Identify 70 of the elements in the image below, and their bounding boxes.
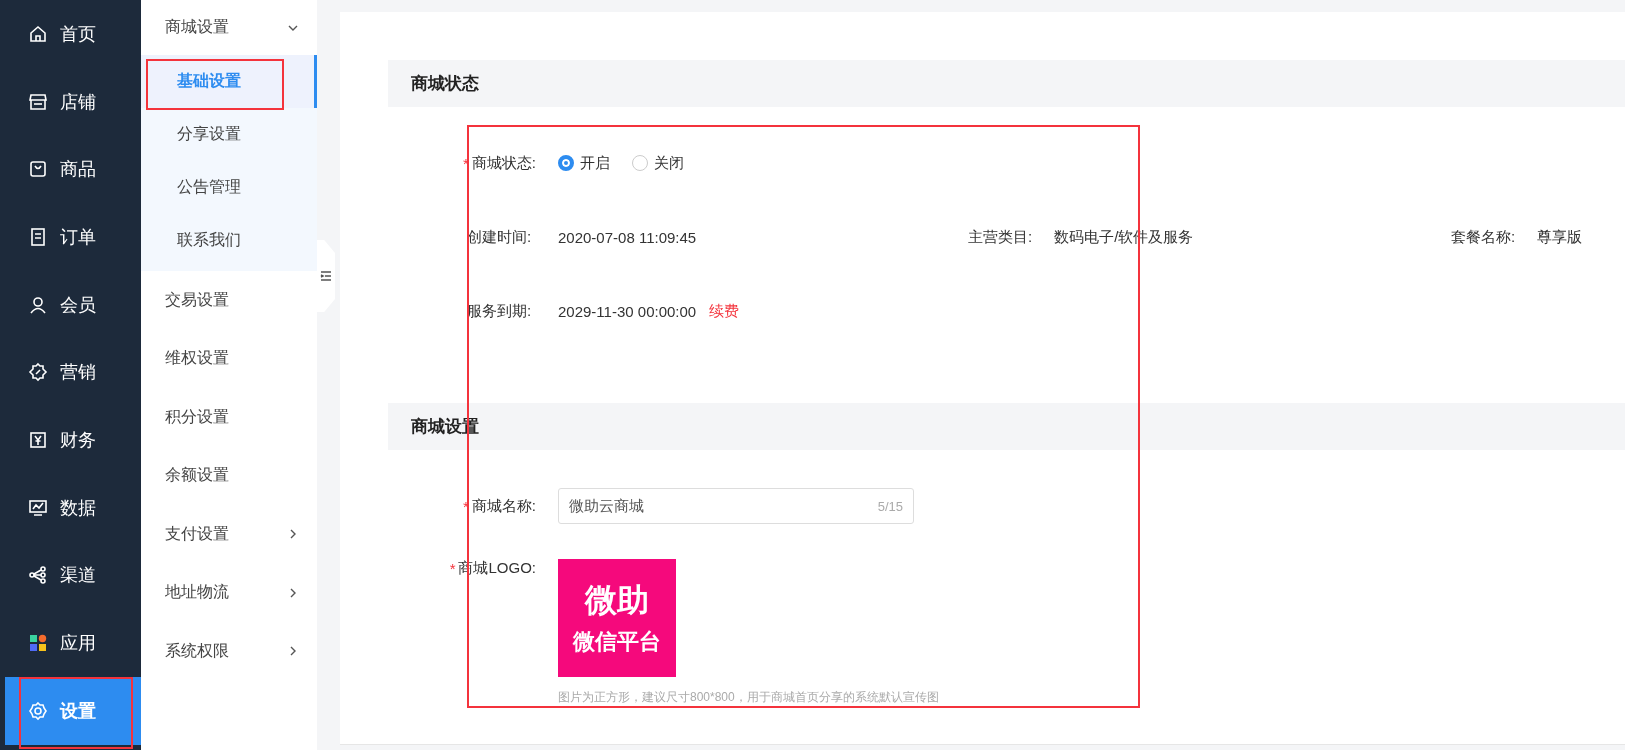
yen-icon	[28, 429, 48, 450]
hint-text: 图片为正方形，建议尺寸800*800，用于商城首页分享的系统默认宣传图	[558, 689, 939, 706]
nav-item[interactable]: 营销	[0, 338, 141, 407]
nav-label: 首页	[60, 22, 96, 46]
field-label: 服务到期:	[466, 301, 533, 321]
submenu-item[interactable]: 系统权限	[141, 622, 317, 681]
app-grid-icon	[28, 633, 48, 654]
submenu-item[interactable]: 维权设置	[141, 329, 317, 388]
section-title: 商城状态	[411, 73, 479, 95]
submenu-item[interactable]: 公告管理	[141, 161, 317, 214]
nav-item[interactable]: 店铺	[0, 67, 141, 136]
radio-option[interactable]: 关闭	[632, 153, 684, 173]
share-nodes-icon	[28, 565, 48, 586]
home-icon	[28, 23, 48, 44]
submenu-item[interactable]: 余额设置	[141, 446, 317, 505]
submenu-item[interactable]: 交易设置	[141, 271, 317, 330]
logo-text: 微信平台	[573, 628, 661, 656]
logo-image[interactable]: 微助 微信平台	[558, 559, 676, 677]
nav-item[interactable]: 财务	[0, 406, 141, 474]
nav-item[interactable]: 应用	[0, 609, 141, 677]
nav-label: 数据	[60, 496, 96, 520]
list-indent-icon	[320, 270, 332, 282]
character-count: 5/15	[877, 498, 903, 514]
settings-icon	[28, 700, 48, 721]
radio-button[interactable]	[632, 155, 648, 171]
renew-link[interactable]: 续费	[709, 301, 740, 321]
store-icon	[28, 91, 48, 112]
field-label: 商城名称:	[471, 496, 536, 516]
nav-label: 渠道	[60, 564, 96, 588]
nav-label: 设置	[60, 699, 96, 723]
nav-item[interactable]: 首页	[0, 0, 141, 68]
name-input-field[interactable]: 微助云商城 5/15	[558, 488, 914, 524]
gear-badge-icon	[28, 362, 48, 383]
submenu-item[interactable]: 联系我们	[141, 214, 317, 267]
submenu-item[interactable]: 积分设置	[141, 388, 317, 447]
submenu-item[interactable]: 支付设置	[141, 505, 317, 564]
logo-text: 微助	[585, 581, 649, 620]
nav-label: 营销	[60, 361, 96, 385]
document-icon	[28, 226, 48, 247]
nav-item[interactable]: 数据	[0, 473, 141, 542]
submenu-item[interactable]: 分享设置	[141, 108, 317, 161]
radio-label: 开启	[580, 153, 610, 173]
nav-item[interactable]: 会员	[0, 270, 141, 339]
nav-label: 商品	[60, 158, 96, 182]
field-label: 商城状态:	[471, 153, 536, 173]
field-label: 创建时间:	[466, 227, 533, 247]
field-value: 2029-11-30 00:00:00	[558, 302, 697, 320]
nav-label: 店铺	[60, 90, 96, 114]
chart-monitor-icon	[28, 497, 48, 518]
radio-label: 关闭	[654, 153, 684, 173]
bag-icon	[28, 159, 48, 180]
field-label: 套餐名称:	[1451, 227, 1516, 247]
nav-label: 财务	[60, 428, 96, 452]
nav-label: 应用	[60, 632, 96, 656]
radio-button[interactable]	[558, 155, 574, 171]
collapse-handle[interactable]	[317, 240, 335, 312]
required-asterisk: *	[449, 560, 456, 577]
field-label: 主营类目:	[968, 227, 1033, 247]
nav-item[interactable]: 商品	[0, 135, 141, 204]
field-value: 尊享版	[1537, 227, 1583, 247]
nav-label: 会员	[60, 293, 96, 317]
submenu-group[interactable]: 商城设置	[141, 0, 317, 55]
radio-option[interactable]: 开启	[558, 153, 610, 173]
nav-item[interactable]: 渠道	[0, 541, 141, 610]
nav-item[interactable]: 订单	[0, 203, 141, 271]
submenu-item[interactable]: 地址物流	[141, 563, 317, 622]
nav-label: 订单	[60, 225, 96, 249]
input-value: 微助云商城	[569, 496, 644, 516]
field-value: 2020-07-08 11:09:45	[558, 228, 697, 246]
person-icon	[28, 294, 48, 315]
